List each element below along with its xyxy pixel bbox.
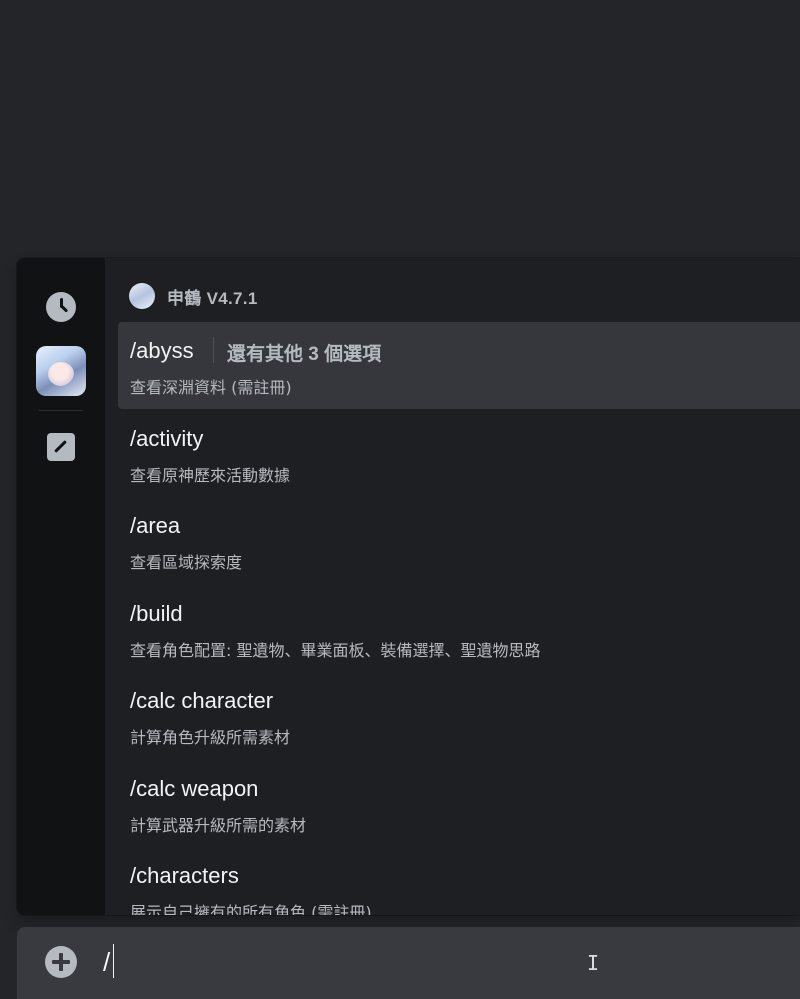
clock-icon [46, 292, 76, 322]
command-autocomplete-popup: 申鶴 V4.7.1 /abyss 還有其他 3 個選項 查看深淵資料 (需註冊)… [17, 258, 800, 915]
command-description: 查看角色配置: 聖遺物、畢業面板、裝備選擇、聖遺物思路 [130, 641, 541, 660]
bot-name: 申鶴 V4.7.1 [167, 288, 258, 308]
command-description: 展示自己擁有的所有角色 (需註冊) [130, 903, 372, 915]
rail-divider [39, 410, 83, 411]
separator [213, 337, 214, 363]
command-item-abyss[interactable]: /abyss 還有其他 3 個選項 查看深淵資料 (需註冊) [118, 322, 800, 409]
command-category-rail [17, 258, 105, 915]
message-input[interactable] [103, 942, 703, 982]
command-item-build[interactable]: /build 查看角色配置: 聖遺物、畢業面板、裝備選擇、聖遺物思路 [118, 585, 800, 672]
message-composer: I [17, 927, 800, 999]
built-in-commands-button[interactable] [32, 418, 90, 476]
bot-mini-avatar [129, 283, 155, 309]
bot-category-button[interactable] [32, 342, 90, 400]
command-description: 查看區域探索度 [130, 553, 243, 572]
recent-commands-button[interactable] [32, 278, 90, 336]
ibeam-cursor-icon: I [587, 951, 600, 975]
command-list: 申鶴 V4.7.1 /abyss 還有其他 3 個選項 查看深淵資料 (需註冊)… [105, 258, 800, 915]
command-item-area[interactable]: /area 查看區域探索度 [118, 497, 800, 584]
command-name: /area [130, 513, 181, 538]
command-description: 查看原神歷來活動數據 [130, 466, 291, 485]
bot-section-header: 申鶴 V4.7.1 [129, 283, 258, 309]
more-options-label: 還有其他 3 個選項 [227, 344, 382, 365]
command-name: /characters [130, 863, 239, 888]
text-caret [113, 944, 114, 978]
command-name: /calc weapon [130, 776, 259, 801]
command-name: /build [130, 601, 183, 626]
command-name: /activity [130, 426, 204, 451]
command-description: 查看深淵資料 (需註冊) [130, 378, 292, 397]
plus-circle-icon[interactable] [45, 946, 77, 978]
command-item-calc-character[interactable]: /calc character 計算角色升級所需素材 [118, 672, 800, 759]
bot-avatar [36, 346, 86, 396]
command-item-calc-weapon[interactable]: /calc weapon 計算武器升級所需的素材 [118, 760, 800, 847]
command-item-activity[interactable]: /activity 查看原神歷來活動數據 [118, 410, 800, 497]
command-name: /calc character [130, 688, 274, 713]
command-item-characters[interactable]: /characters 展示自己擁有的所有角色 (需註冊) [118, 847, 800, 915]
command-description: 計算角色升級所需素材 [130, 728, 291, 747]
command-description: 計算武器升級所需的素材 [130, 816, 307, 835]
edit-icon [47, 433, 75, 461]
command-name: /abyss [130, 338, 194, 363]
